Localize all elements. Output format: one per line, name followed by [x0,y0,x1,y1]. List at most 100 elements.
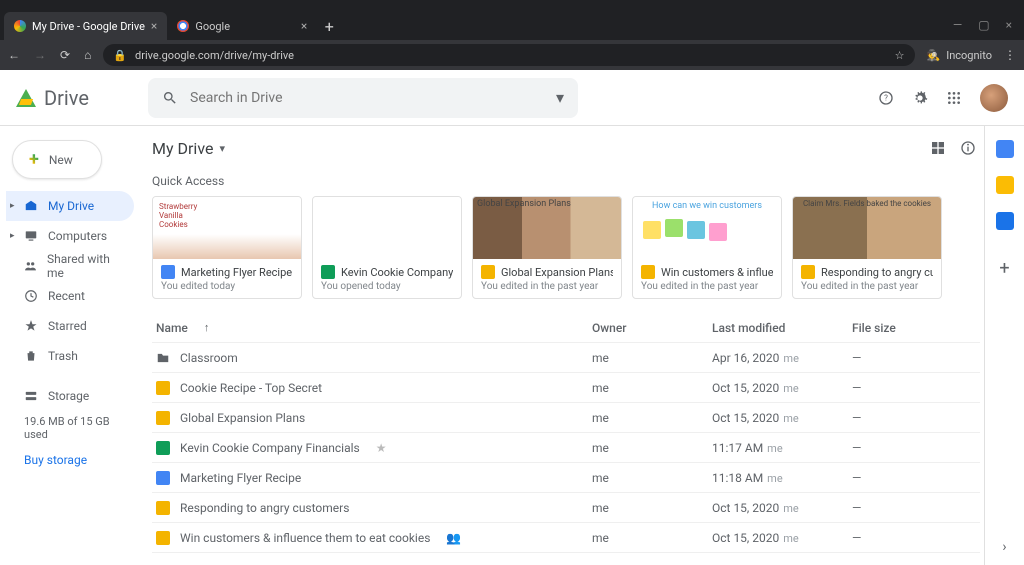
chevron-down-icon: ▾ [219,142,225,155]
col-modified[interactable]: Last modified [712,321,852,335]
maximize-icon[interactable]: ▢ [978,18,989,32]
file-row[interactable]: Win customers & influence them to eat co… [152,523,980,553]
close-window-icon[interactable]: × [1006,18,1012,32]
drive-logo[interactable]: Drive [16,86,136,110]
file-owner: me [592,411,712,425]
sidebar-item-recent[interactable]: Recent [6,281,134,311]
quick-access-card[interactable]: Global Expansion PlansGlobal Expansion P… [472,196,622,299]
quick-access-card[interactable]: How can we win customersWin customers & … [632,196,782,299]
keep-addon-icon[interactable] [996,176,1014,194]
sidebar-item-starred[interactable]: Starred [6,311,134,341]
incognito-indicator[interactable]: 🕵️ Incognito [927,49,993,62]
card-thumbnail: Claim Mrs. Fields baked the cookies [793,197,941,259]
file-size: — [852,441,912,455]
grid-view-icon[interactable] [930,140,946,156]
quick-access-card[interactable]: Claim Mrs. Fields baked the cookies Respo… [792,196,942,299]
search-input[interactable] [190,90,544,106]
card-title: Global Expansion Plans [501,266,613,279]
settings-gear-icon[interactable] [912,90,928,106]
mydrive-icon [24,199,38,213]
browser-tab-google[interactable]: Google × [167,12,317,40]
file-modified: Apr 16, 2020me [712,351,852,365]
sidebar-item-label: Starred [48,319,87,333]
file-modified: 11:18 AMme [712,471,852,485]
file-name: Marketing Flyer Recipe [180,471,301,485]
browser-tab-drive[interactable]: My Drive - Google Drive × [4,12,167,40]
minimize-icon[interactable]: — [953,18,962,32]
sidebar-item-trash[interactable]: Trash [6,341,134,371]
buy-storage-link[interactable]: Buy storage [6,445,134,475]
sidebar: + New ▸My Drive▸ComputersShared with meR… [0,126,140,565]
sidebar-item-computers[interactable]: ▸ Computers [6,221,134,251]
sidebar-item-label: Computers [48,229,107,243]
file-modified: Oct 15, 2020me [712,531,852,545]
card-title: Responding to angry customers [821,266,933,279]
breadcrumb[interactable]: My Drive ▾ [152,139,225,158]
quick-access-card[interactable]: Kevin Cookie Company Financi…You opened … [312,196,462,299]
bookmark-star-icon[interactable]: ☆ [895,49,905,62]
slides-file-icon [156,411,170,425]
reload-icon[interactable]: ⟳ [60,48,70,62]
sort-arrow-up-icon: ↑ [204,321,210,334]
file-row[interactable]: Global Expansion PlansmeOct 15, 2020me— [152,403,980,433]
col-name[interactable]: Name↑ [152,321,592,335]
browser-menu-icon[interactable]: ⋮ [1004,48,1016,62]
close-tab-icon[interactable]: × [301,19,307,33]
slides-file-icon [481,265,495,279]
shared-icon [24,259,37,273]
window-controls: — ▢ × [941,18,1024,40]
chevron-right-icon[interactable]: ▸ [10,231,15,241]
file-name: Responding to angry customers [180,501,349,515]
get-addons-icon[interactable]: + [999,258,1009,279]
computers-icon [24,229,38,243]
search-options-icon[interactable]: ▾ [556,88,564,107]
file-name: Classroom [180,351,238,365]
col-size[interactable]: File size [852,321,912,335]
sidebar-item-shared-with-me[interactable]: Shared with me [6,251,134,281]
tasks-addon-icon[interactable] [996,212,1014,230]
file-row[interactable]: ClassroommeApr 16, 2020me— [152,343,980,373]
sidebar-item-storage[interactable]: Storage [6,381,134,411]
address-bar[interactable]: 🔒 drive.google.com/drive/my-drive ☆ [103,44,914,66]
file-modified: Oct 15, 2020me [712,501,852,515]
apps-grid-icon[interactable] [946,90,962,106]
product-name: Drive [44,86,89,110]
col-owner[interactable]: Owner [592,321,712,335]
file-row[interactable]: Cookie Recipe - Top SecretmeOct 15, 2020… [152,373,980,403]
file-size: — [852,411,912,425]
new-button[interactable]: + New [12,140,102,179]
file-size: — [852,531,912,545]
search-bar[interactable]: ▾ [148,78,578,118]
help-icon[interactable]: ? [878,90,894,106]
chevron-right-icon[interactable]: ▸ [10,201,15,211]
main-content: My Drive ▾ Quick Access StrawberryVanill… [140,126,984,565]
card-thumbnail [313,197,461,259]
forward-icon[interactable]: → [34,48,46,62]
file-name: Cookie Recipe - Top Secret [180,381,322,395]
sidebar-item-my-drive[interactable]: ▸My Drive [6,191,134,221]
file-table: Name↑ Owner Last modified File size Clas… [152,313,980,553]
quick-access-card[interactable]: StrawberryVanillaCookiesMarketing Flyer … [152,196,302,299]
slides-file-icon [156,381,170,395]
calendar-addon-icon[interactable] [996,140,1014,158]
account-avatar[interactable] [980,84,1008,112]
docs-file-icon [156,471,170,485]
hide-side-panel-icon[interactable]: › [1002,539,1006,555]
file-row[interactable]: Responding to angry customersmeOct 15, 2… [152,493,980,523]
card-subtitle: You edited in the past year [481,281,613,292]
back-icon[interactable]: ← [8,48,20,62]
file-row[interactable]: Kevin Cookie Company Financials★me11:17 … [152,433,980,463]
slides-file-icon [641,265,655,279]
storage-usage-text: 19.6 MB of 15 GB used [6,411,134,445]
file-name: Global Expansion Plans [180,411,305,425]
home-icon[interactable]: ⌂ [84,48,91,62]
file-name: Kevin Cookie Company Financials [180,441,360,455]
new-tab-button[interactable]: + [317,12,341,40]
file-size: — [852,501,912,515]
sidebar-item-label: Recent [48,289,85,303]
details-icon[interactable] [960,140,976,156]
tab-title: My Drive - Google Drive [32,20,145,33]
close-tab-icon[interactable]: × [151,19,157,33]
file-row[interactable]: Marketing Flyer Recipeme11:18 AMme— [152,463,980,493]
docs-file-icon [161,265,175,279]
